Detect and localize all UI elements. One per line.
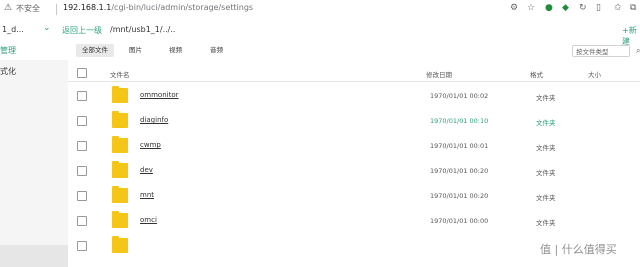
row-checkbox[interactable] — [77, 116, 87, 126]
file-type: 文件夹 — [536, 194, 556, 202]
file-name[interactable]: omci — [140, 216, 157, 224]
sidebar-item-manage[interactable]: 管理 — [0, 45, 16, 56]
app-header: 1_d... ⌄ 返回上一级 /mnt/usb1_1/../.. +新建 — [0, 20, 640, 46]
file-type: 文件夹 — [536, 219, 556, 227]
select-all-checkbox[interactable] — [77, 68, 87, 78]
table-row[interactable]: dev 1970/01/01 00:20 文件夹 — [68, 158, 640, 183]
url-host: 192.168.1.1 — [63, 3, 112, 12]
row-checkbox[interactable] — [77, 166, 87, 176]
file-date: 1970/01/01 00:00 — [430, 217, 489, 225]
folder-icon — [112, 236, 128, 253]
row-checkbox[interactable] — [77, 141, 87, 151]
device-name[interactable]: 1_d... — [2, 25, 24, 34]
file-date: 1970/01/01 00:01 — [430, 142, 489, 150]
file-type: 文件夹 — [536, 144, 556, 152]
folder-icon — [112, 211, 128, 228]
row-checkbox[interactable] — [77, 241, 87, 251]
chevron-down-icon[interactable]: ⌄ — [43, 23, 51, 33]
type-filter-select[interactable]: 按文件类型 — [572, 45, 630, 57]
shield-icon[interactable]: ◆ — [562, 3, 569, 13]
column-modified[interactable]: 修改日期 — [426, 69, 452, 79]
row-checkbox[interactable] — [77, 191, 87, 201]
column-filename[interactable]: 文件名 — [110, 69, 130, 79]
row-checkbox[interactable] — [77, 216, 87, 226]
tab-all-files[interactable]: 全部文件 — [76, 44, 114, 57]
file-type: 文件夹 — [536, 119, 556, 127]
table-row[interactable]: diaginfo 1970/01/01 00:10 文件夹 — [68, 108, 640, 133]
file-name[interactable]: diaginfo — [140, 116, 168, 124]
key-icon[interactable]: ● — [545, 3, 553, 13]
new-button[interactable]: +新建 — [622, 25, 640, 47]
security-label[interactable]: 不安全 — [16, 3, 40, 14]
table-header: 文件名 修改日期 格式 大小 — [68, 63, 640, 82]
folder-icon — [112, 136, 128, 153]
file-type: 文件夹 — [536, 94, 556, 102]
tab-videos[interactable]: 视频 — [163, 44, 188, 57]
sidebar-icon[interactable]: ▯ — [596, 3, 601, 13]
table-row[interactable]: ommonitor 1970/01/01 00:02 文件夹 — [68, 83, 640, 108]
current-path: /mnt/usb1_1/../.. — [110, 25, 176, 34]
column-format[interactable]: 格式 — [530, 69, 543, 79]
star-icon[interactable]: ☆ — [527, 3, 535, 13]
sidebar-item-format[interactable]: 式化 — [0, 66, 16, 77]
folder-icon — [112, 86, 128, 103]
file-name[interactable]: ommonitor — [140, 91, 179, 99]
table-row[interactable]: omci 1970/01/01 00:00 文件夹 — [68, 208, 640, 233]
tab-images[interactable]: 图片 — [123, 44, 148, 57]
url-field[interactable]: 192.168.1.1/cgi-bin/luci/admin/storage/s… — [63, 3, 253, 12]
sidebar-footer — [0, 245, 68, 267]
extension-icon[interactable]: ⚙ — [510, 3, 518, 13]
folder-icon — [112, 186, 128, 203]
file-name[interactable]: dev — [140, 166, 153, 174]
collections-icon[interactable]: ⧉ — [630, 3, 636, 13]
sidebar: 管理 式化 — [0, 40, 68, 267]
file-type: 文件夹 — [536, 169, 556, 177]
tab-audio[interactable]: 音频 — [204, 44, 229, 57]
file-name[interactable]: cwmp — [140, 141, 161, 149]
back-link[interactable]: 返回上一级 — [62, 25, 102, 36]
table-row[interactable]: mnt 1970/01/01 00:20 文件夹 — [68, 183, 640, 208]
url-path: /cgi-bin/luci/admin/storage/settings — [111, 3, 254, 12]
warning-icon[interactable]: ⚠ — [4, 3, 12, 13]
row-checkbox[interactable] — [77, 91, 87, 101]
refresh-icon[interactable]: ↻ — [579, 3, 587, 13]
file-name[interactable]: mnt — [140, 191, 154, 199]
search-icon[interactable]: ⌕ — [636, 46, 640, 56]
file-date: 1970/01/01 00:10 — [430, 117, 489, 125]
watermark: 值 | 什么值得买 — [540, 243, 617, 256]
folder-icon — [112, 111, 128, 128]
folder-icon — [112, 161, 128, 178]
column-size[interactable]: 大小 — [588, 69, 601, 79]
file-date: 1970/01/01 00:20 — [430, 192, 489, 200]
browser-address-bar: ⚠ 不安全 192.168.1.1/cgi-bin/luci/admin/sto… — [0, 0, 640, 21]
favorites-icon[interactable]: ✩ — [614, 3, 622, 13]
file-date: 1970/01/01 00:20 — [430, 167, 489, 175]
file-date: 1970/01/01 00:02 — [430, 92, 489, 100]
table-row[interactable]: cwmp 1970/01/01 00:01 文件夹 — [68, 133, 640, 158]
divider — [56, 4, 57, 15]
